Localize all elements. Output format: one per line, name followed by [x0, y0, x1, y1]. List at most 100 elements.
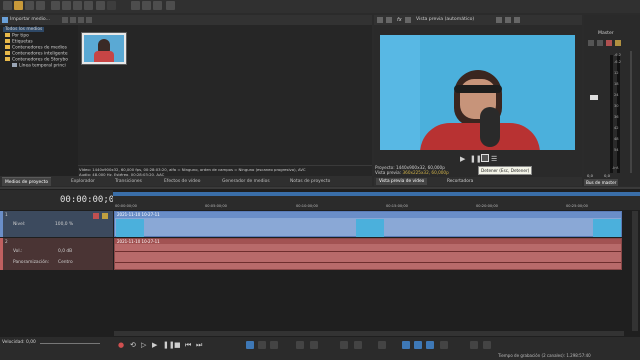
- tree-item-smart-bins[interactable]: Contenedores inteligente: [5, 51, 68, 57]
- overlays-icon[interactable]: [496, 17, 502, 23]
- go-start-icon[interactable]: ⏮: [185, 341, 193, 349]
- import-media-icon[interactable]: [2, 17, 8, 23]
- snap-icon[interactable]: [378, 341, 386, 349]
- menu-icon[interactable]: ☰: [491, 155, 497, 163]
- tree-item-tags[interactable]: Etiquetas: [5, 39, 33, 45]
- pan-value[interactable]: Centro: [58, 260, 73, 265]
- tab-master-bus[interactable]: Bus de master: [584, 179, 619, 186]
- stop-button[interactable]: [481, 154, 489, 162]
- new-project-icon[interactable]: [3, 1, 12, 10]
- timeline-vscrollbar[interactable]: [632, 211, 638, 331]
- video-track-header[interactable]: 1 Nivel: 100,0 %: [0, 211, 113, 237]
- fx-icon[interactable]: fx: [397, 17, 402, 23]
- preview-quality-select[interactable]: Vista previa (automático): [416, 17, 474, 22]
- master-fx-icon[interactable]: [597, 40, 603, 46]
- ignore-grouping-icon[interactable]: [440, 341, 448, 349]
- external-monitor-icon[interactable]: [386, 17, 392, 23]
- volume-value[interactable]: 0,0 dB: [58, 249, 72, 254]
- envelope-tool-icon[interactable]: [142, 1, 151, 10]
- undo-icon[interactable]: [96, 1, 105, 10]
- tab-explorer[interactable]: Explorador: [68, 177, 98, 186]
- razor-tool-icon[interactable]: [258, 341, 266, 349]
- edit-tool-icon[interactable]: [131, 1, 140, 10]
- tab-trimmer[interactable]: Recortadora: [444, 178, 476, 185]
- preview-value: 360x225x32, 60,000p: [402, 170, 449, 175]
- copy-icon[interactable]: [62, 1, 71, 10]
- timeline-ruler[interactable]: [113, 196, 640, 210]
- copy-snapshot-icon[interactable]: [514, 17, 520, 23]
- master-meter-left: [610, 55, 613, 173]
- render-icon[interactable]: [36, 1, 45, 10]
- region-icon[interactable]: [354, 341, 362, 349]
- tab-project-media[interactable]: Medios de proyecto: [2, 177, 52, 186]
- tree-item-main-timeline[interactable]: Línea temporal princi: [12, 63, 66, 69]
- tree-item-all-media[interactable]: Todos los medios: [3, 27, 45, 32]
- timeline-hscrollbar[interactable]: [114, 331, 624, 336]
- tree-item-media-bins[interactable]: Contenedores de medios: [5, 45, 67, 51]
- selection-tool-icon[interactable]: [153, 1, 162, 10]
- tab-video-fx[interactable]: Efectos de vídeo: [161, 177, 203, 186]
- timeline-pause-icon[interactable]: ❚❚: [163, 341, 175, 349]
- record-icon[interactable]: ●: [118, 341, 126, 349]
- meter-scale-label: 12: [614, 71, 619, 75]
- lock-envelopes-icon[interactable]: [426, 341, 434, 349]
- views-icon[interactable]: [70, 17, 76, 23]
- capture-icon[interactable]: [62, 17, 68, 23]
- timeline-play-icon[interactable]: ▶: [152, 341, 160, 349]
- save-icon[interactable]: [25, 1, 34, 10]
- split-screen-icon[interactable]: [405, 17, 411, 23]
- timeline-stop-icon[interactable]: ■: [174, 341, 182, 349]
- paste-icon[interactable]: [73, 1, 82, 10]
- playback-rate[interactable]: Velocidad: 0,00: [2, 340, 36, 345]
- track-number: 2: [5, 239, 8, 244]
- tab-video-preview[interactable]: Vista previa de vídeo: [376, 178, 428, 185]
- tab-media-generators[interactable]: Generador de medios: [219, 177, 273, 186]
- audio-track-header[interactable]: 2 Vol.: 0,0 dB Panoramización: Centro: [0, 238, 113, 270]
- cut-icon[interactable]: [51, 1, 60, 10]
- loop-icon[interactable]: ⟲: [130, 341, 138, 349]
- master-scrollbar[interactable]: [630, 51, 632, 173]
- redo-icon[interactable]: [107, 1, 116, 10]
- media-thumbnail[interactable]: [81, 32, 127, 65]
- zoom-tool-icon[interactable]: [166, 1, 175, 10]
- zoom-in-icon[interactable]: [470, 341, 478, 349]
- video-clip[interactable]: 2021-11-10 10-27-11: [114, 211, 622, 237]
- audio-clip[interactable]: 2021-11-10 10-27-11: [114, 238, 622, 270]
- tree-item-by-type[interactable]: Por tipo: [5, 33, 29, 39]
- delete-icon[interactable]: [84, 1, 93, 10]
- normal-edit-tool-icon[interactable]: [246, 341, 254, 349]
- open-folder-icon[interactable]: [14, 1, 23, 10]
- tab-project-notes[interactable]: Notas de proyecto: [287, 177, 333, 186]
- master-mute-icon[interactable]: [606, 40, 612, 46]
- tree-item-label: Todos los medios: [5, 27, 43, 32]
- remove-media-icon[interactable]: [86, 17, 92, 23]
- master-value-right: 0,0: [604, 173, 611, 178]
- play-icon[interactable]: ▶: [460, 155, 465, 163]
- rate-slider[interactable]: [40, 343, 100, 344]
- tree-item-storyboard-bins[interactable]: Contenedores de Storybo: [5, 57, 68, 63]
- tab-label: Notas de proyecto: [290, 179, 331, 184]
- search-icon[interactable]: [78, 17, 84, 23]
- level-value[interactable]: 100,0 %: [55, 222, 73, 227]
- master-fader[interactable]: [590, 95, 598, 100]
- ruler-label: 00:20:00;00: [476, 204, 498, 208]
- go-end-icon[interactable]: ⏭: [196, 341, 204, 349]
- snapshot-icon[interactable]: [505, 17, 511, 23]
- play-from-start-icon[interactable]: ▷: [141, 341, 149, 349]
- mute-icon[interactable]: [93, 213, 99, 219]
- zoom-out-icon[interactable]: [483, 341, 491, 349]
- solo-icon[interactable]: [102, 213, 108, 219]
- auto-crossfade-icon[interactable]: [402, 341, 410, 349]
- record-time-status: Tiempo de grabación (2 canales): 1.298:5…: [498, 353, 591, 358]
- master-solo-icon[interactable]: [615, 40, 621, 46]
- lock-icon[interactable]: [310, 341, 318, 349]
- trim-icon[interactable]: [296, 341, 304, 349]
- pause-icon[interactable]: ❚❚: [470, 155, 482, 163]
- import-media-button[interactable]: Importar medio...: [10, 17, 50, 22]
- master-props-icon[interactable]: [588, 40, 594, 46]
- marker-icon[interactable]: [340, 341, 348, 349]
- ripple-edit-icon[interactable]: [414, 341, 422, 349]
- tab-transitions[interactable]: Transiciones: [112, 177, 145, 186]
- settings-icon[interactable]: [377, 17, 383, 23]
- split-icon[interactable]: [270, 341, 278, 349]
